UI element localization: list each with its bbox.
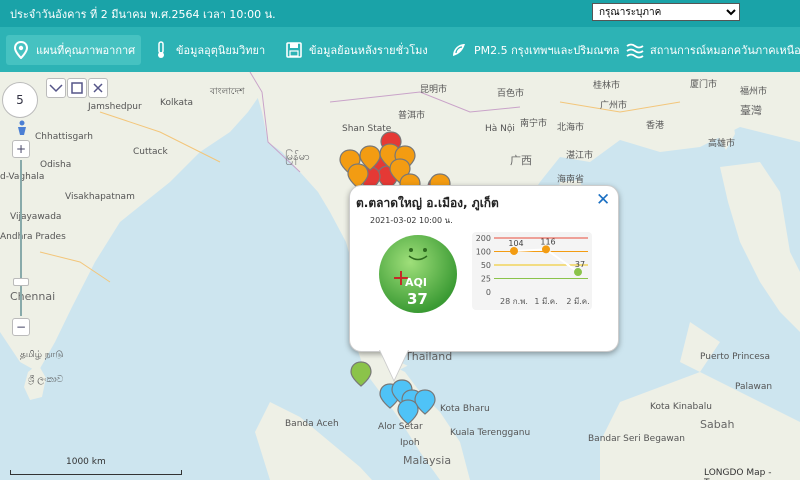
- nav-hourly-history[interactable]: ข้อมูลย้อนหลังรายชั่วโมง: [285, 27, 428, 72]
- draw-icon: [71, 82, 83, 94]
- measure-tool-button[interactable]: [46, 78, 66, 98]
- aqi-trend-chart: 0 25 50 100 200 104 116 37 28 ก.พ. 1 มี.ค. 2 มี.ค.: [472, 232, 592, 310]
- nav-label: PM2.5 กรุงเทพฯและปริมณฑล: [474, 43, 620, 57]
- station-popup: ต.ตลาดใหญ่ อ.เมือง, ภูเก็ต 2021-03-02 10…: [349, 185, 619, 382]
- zoom-out-button[interactable]: −: [12, 318, 30, 336]
- popup-tail: [380, 350, 408, 380]
- minus-icon: −: [15, 320, 27, 334]
- region-select[interactable]: กรุณาระบุภาค: [592, 3, 740, 21]
- aqi-value: 37: [407, 290, 428, 308]
- nav-meteorology[interactable]: ข้อมูลอุตุนิยมวิทยา: [152, 27, 265, 72]
- y-tick-label: 200: [476, 234, 491, 243]
- person-icon: [18, 120, 26, 135]
- thermometer-icon: [152, 40, 170, 59]
- trend-value-label: 104: [508, 239, 523, 248]
- save-icon: [285, 41, 303, 59]
- station-name: ต.ตลาดใหญ่ อ.เมือง, ภูเก็ต: [356, 196, 499, 210]
- zoom-slider-track[interactable]: [20, 160, 22, 316]
- y-tick-label: 50: [481, 261, 491, 270]
- zoom-level: 5: [16, 93, 24, 107]
- pm25-icon: [450, 41, 468, 59]
- nav-northern-haze[interactable]: สถานการณ์หมอกควันภาคเหนือ: [626, 27, 800, 72]
- trend-value-label: 116: [540, 237, 555, 246]
- trend-point: [510, 246, 518, 255]
- map-attribution[interactable]: LONGDO Map - Terms: [704, 468, 800, 480]
- nav-pm25-bangkok[interactable]: PM2.5 กรุงเทพฯและปริมณฑล: [450, 27, 619, 72]
- map-pin-icon: [12, 40, 30, 59]
- waves-icon: [626, 41, 644, 59]
- nav-label: ข้อมูลย้อนหลังรายชั่วโมง: [309, 43, 428, 57]
- x-tick-label: 1 มี.ค.: [534, 297, 557, 306]
- pan-control[interactable]: 5: [2, 82, 38, 118]
- nav-label: แผนที่คุณภาพอากาศ: [36, 43, 136, 57]
- street-view-button[interactable]: [14, 120, 30, 136]
- top-bar: ประจำวันอังคาร ที่ 2 มีนาคม พ.ศ.2564 เวล…: [0, 0, 800, 27]
- y-tick-label: 0: [486, 288, 491, 297]
- x-tick-label: 28 ก.พ.: [500, 297, 528, 306]
- zoom-slider-handle[interactable]: [13, 278, 29, 286]
- date-text: ประจำวันอังคาร ที่ 2 มีนาคม พ.ศ.2564 เวล…: [10, 8, 276, 21]
- main-nav: แผนที่คุณภาพอากาศ ข้อมูลอุตุนิยมวิทยา ข้…: [0, 27, 800, 72]
- aqi-label: AQI: [405, 276, 427, 289]
- nav-label: สถานการณ์หมอกควันภาคเหนือ: [650, 43, 800, 57]
- x-tick-label: 2 มี.ค.: [566, 297, 589, 306]
- ruler-icon: [49, 84, 63, 93]
- trend-point: [542, 245, 550, 254]
- y-tick-label: 100: [476, 248, 491, 257]
- zoom-in-button[interactable]: +: [12, 140, 30, 158]
- close-icon: [93, 83, 103, 93]
- trend-point: [574, 268, 582, 277]
- clear-tool-button[interactable]: [88, 78, 108, 98]
- scale-label: 1000 km: [66, 457, 106, 467]
- nav-label: ข้อมูลอุตุนิยมวิทยา: [176, 43, 266, 57]
- station-timestamp: 2021-03-02 10:00 น.: [370, 216, 453, 225]
- trend-svg: 0 25 50 100 200 104 116 37 28 ก.พ. 1 มี.ค. 2 มี.ค.: [476, 234, 590, 306]
- scale-bar: [10, 470, 182, 475]
- draw-tool-button[interactable]: [67, 78, 87, 98]
- plus-icon: +: [15, 142, 27, 156]
- y-tick-label: 25: [481, 275, 491, 284]
- nav-air-quality-map[interactable]: แผนที่คุณภาพอากาศ: [6, 27, 142, 72]
- close-popup-button[interactable]: ✕: [596, 190, 610, 210]
- trend-value-label: 37: [575, 260, 585, 269]
